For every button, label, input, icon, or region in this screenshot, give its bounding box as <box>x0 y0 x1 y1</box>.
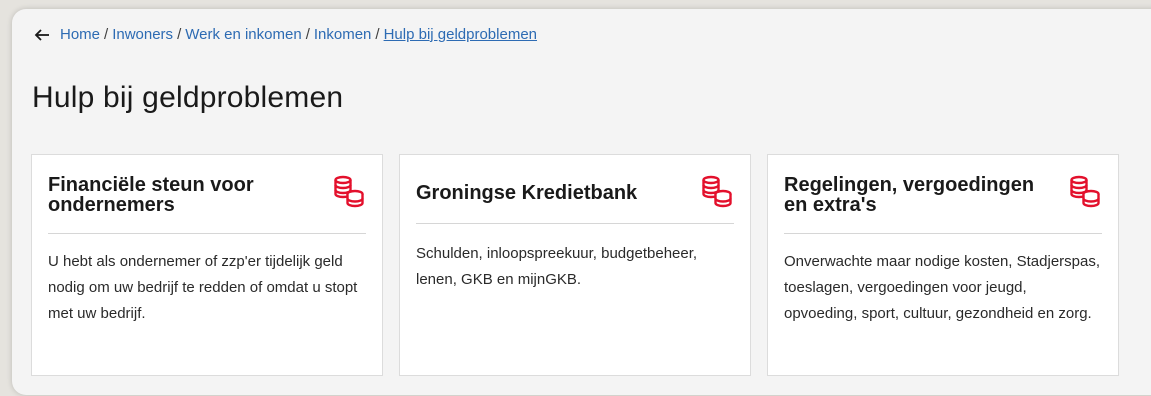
page-title: Hulp bij geldproblemen <box>32 81 344 114</box>
card-description: Schulden, inloopspreekuur, budgetbeheer,… <box>416 245 698 288</box>
content-panel: Home / Inwoners / Werk en inkomen / Inko… <box>12 9 1151 395</box>
card-grid: Financiële steun voor ondernemers U hebt… <box>31 154 1119 376</box>
coins-icon <box>700 175 734 209</box>
breadcrumb-separator: / <box>104 26 109 43</box>
coins-icon <box>1068 175 1102 209</box>
breadcrumb-separator: / <box>305 26 310 43</box>
breadcrumb-werk-en-inkomen[interactable]: Werk en inkomen <box>185 26 301 43</box>
breadcrumb-separator: / <box>177 26 182 43</box>
coins-icon <box>332 175 366 209</box>
card-header: Regelingen, vergoedingen en extra's <box>784 175 1102 234</box>
back-arrow-icon[interactable] <box>34 28 50 42</box>
card-financiele-steun[interactable]: Financiële steun voor ondernemers U hebt… <box>31 154 383 376</box>
breadcrumb-current-page[interactable]: Hulp bij geldproblemen <box>384 26 537 43</box>
card-regelingen-vergoedingen[interactable]: Regelingen, vergoedingen en extra's Onve… <box>767 154 1119 376</box>
breadcrumb-separator: / <box>375 26 380 43</box>
breadcrumb-inkomen[interactable]: Inkomen <box>314 26 372 43</box>
card-title: Regelingen, vergoedingen en extra's <box>784 174 1035 216</box>
card-description: Onverwachte maar nodige kosten, Stadjers… <box>784 253 1101 322</box>
card-groningse-kredietbank[interactable]: Groningse Kredietbank Schulden, inloopsp… <box>399 154 751 376</box>
card-header: Financiële steun voor ondernemers <box>48 175 366 234</box>
breadcrumb-inwoners[interactable]: Inwoners <box>112 26 173 43</box>
card-title: Financiële steun voor ondernemers <box>48 174 254 216</box>
card-header: Groningse Kredietbank <box>416 175 734 224</box>
breadcrumb: Home / Inwoners / Werk en inkomen / Inko… <box>34 26 537 43</box>
card-description: U hebt als ondernemer of zzp'er tijdelij… <box>48 253 358 322</box>
card-title: Groningse Kredietbank <box>416 182 638 204</box>
breadcrumb-home[interactable]: Home <box>60 26 100 43</box>
